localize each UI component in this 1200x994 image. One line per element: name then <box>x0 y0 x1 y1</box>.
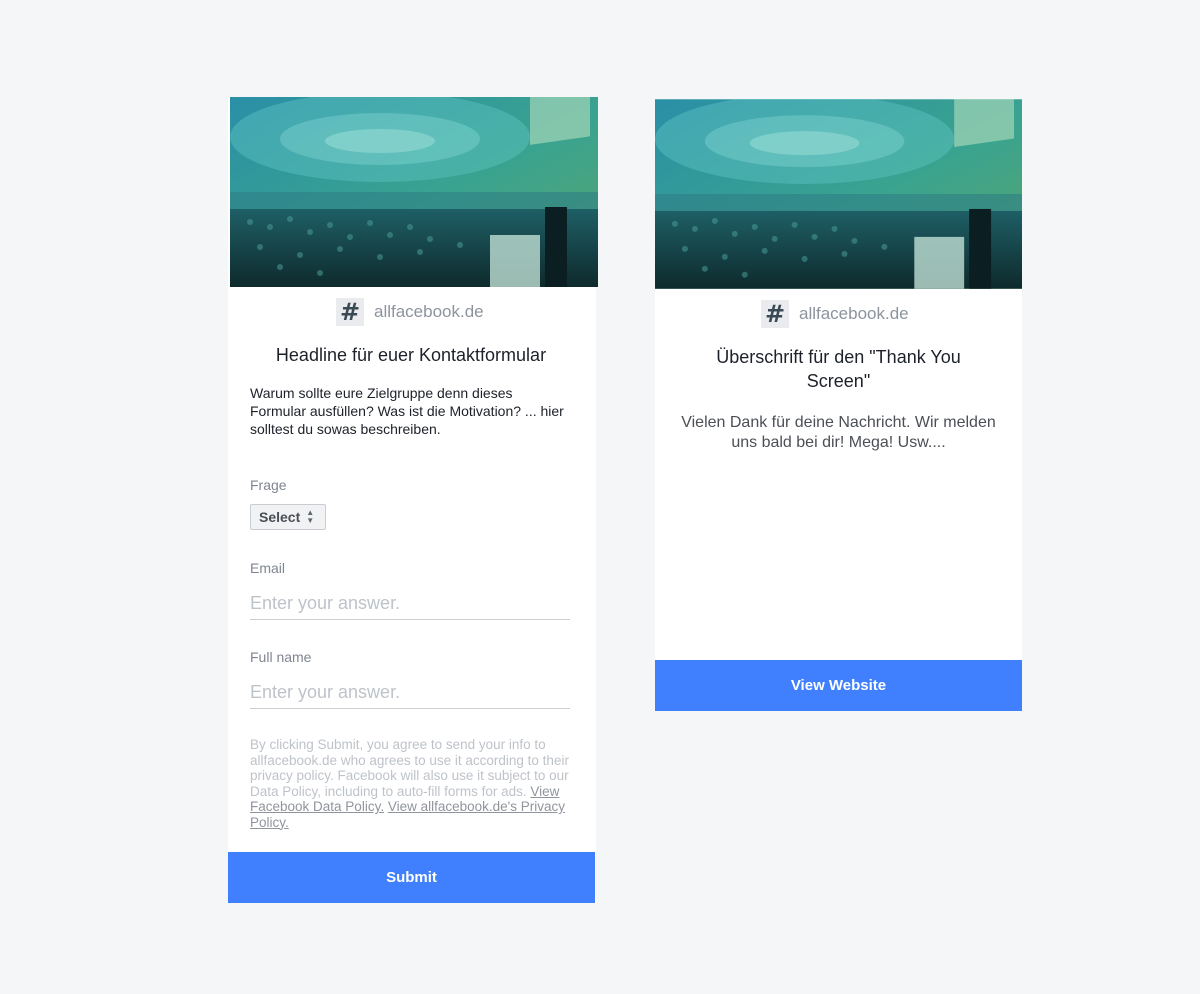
submit-button[interactable]: Submit <box>228 852 595 903</box>
conference-hall-image <box>230 97 598 287</box>
brand-header: # allfacebook.de <box>761 300 909 328</box>
form-description: Warum sollte eure Zielgruppe denn dieses… <box>250 385 564 437</box>
full-name-label: Full name <box>250 649 312 665</box>
frage-select-value: Select <box>259 509 301 525</box>
select-arrows-icon: ▲ ▼ <box>306 508 315 525</box>
conference-hall-image <box>655 99 1022 289</box>
brand-name: allfacebook.de <box>799 304 909 323</box>
hashtag-icon: # <box>336 298 364 326</box>
brand-header: # allfacebook.de <box>336 298 484 326</box>
view-website-button[interactable]: View Website <box>655 660 1022 711</box>
brand-name: allfacebook.de <box>374 302 484 321</box>
form-headline: Headline für euer Kontaktformular <box>275 345 547 365</box>
legal-disclaimer: By clicking Submit, you agree to send yo… <box>250 737 570 830</box>
frage-select[interactable]: Select ▲ ▼ <box>250 504 326 530</box>
email-input[interactable] <box>250 588 570 620</box>
thank-you-headline: Überschrift für den "Thank You Screen" <box>716 347 961 391</box>
legal-text: By clicking Submit, you agree to send yo… <box>250 737 569 799</box>
hashtag-icon: # <box>761 300 789 328</box>
frage-label: Frage <box>250 477 287 493</box>
full-name-input[interactable] <box>250 677 570 709</box>
email-label: Email <box>250 560 286 576</box>
thank-you-message: Vielen Dank für deine Nachricht. Wir mel… <box>681 414 996 451</box>
